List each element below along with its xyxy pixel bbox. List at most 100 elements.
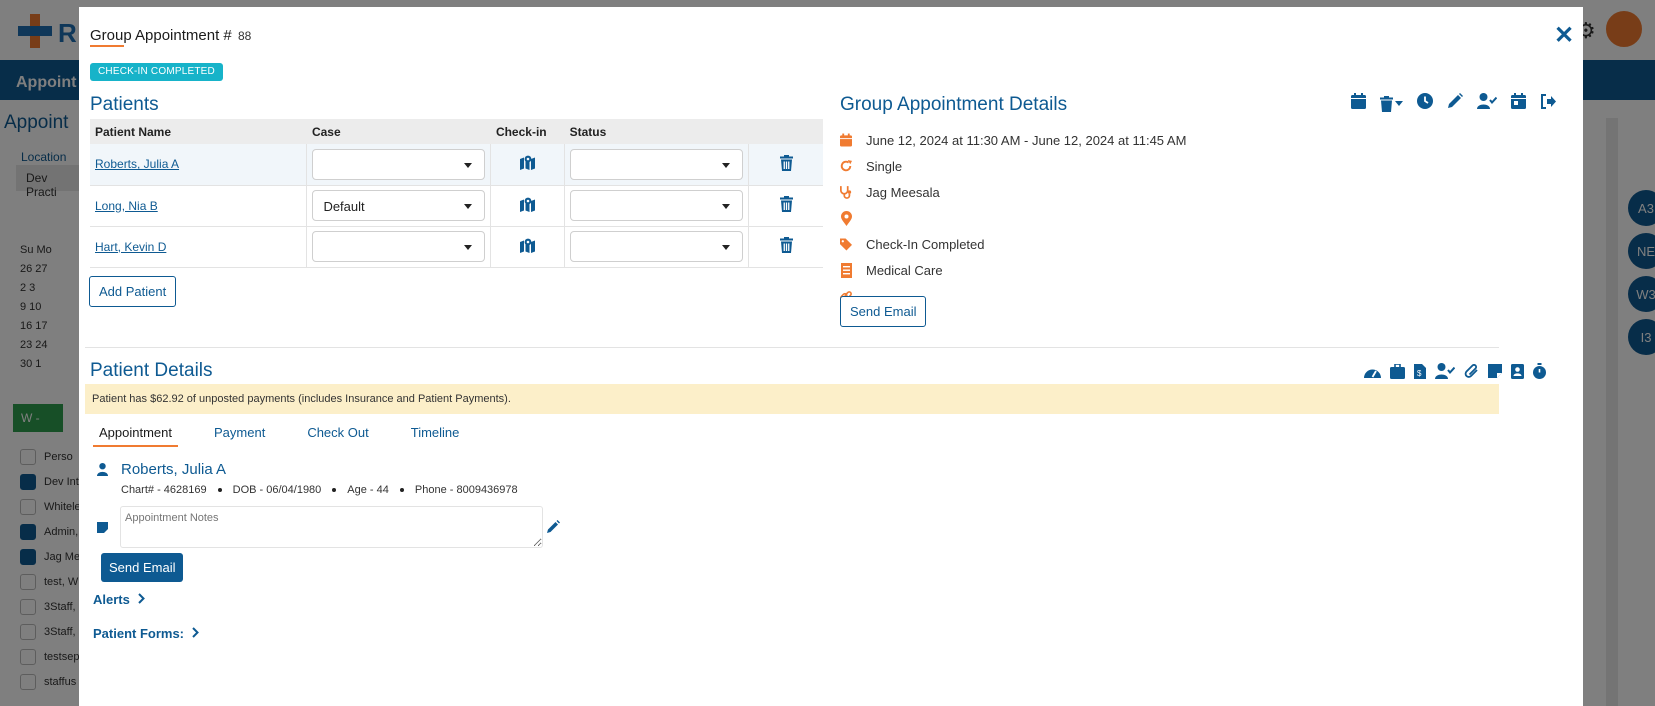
add-patient-button[interactable]: Add Patient xyxy=(89,276,177,307)
patient-name-link[interactable]: Hart, Kevin D xyxy=(95,240,166,254)
case-select[interactable]: Default xyxy=(312,190,486,221)
detail-datetime: June 12, 2024 at 11:30 AM - June 12, 202… xyxy=(840,127,1186,153)
patients-table: Patient Name Case Check-in Status Robert… xyxy=(90,119,823,268)
tab-timeline[interactable]: Timeline xyxy=(411,425,460,447)
calendar-event-icon[interactable] xyxy=(1511,93,1526,114)
pencil-icon[interactable] xyxy=(1447,93,1463,114)
map-location-icon[interactable] xyxy=(519,155,536,173)
trash-icon[interactable] xyxy=(779,196,793,215)
separator-dot xyxy=(217,488,222,492)
user-check-icon[interactable] xyxy=(1435,363,1456,384)
address-card-icon[interactable] xyxy=(1511,363,1524,384)
sticky-note-icon[interactable] xyxy=(1488,364,1502,383)
trash-dropdown-icon[interactable] xyxy=(1380,95,1403,112)
separator-dot xyxy=(332,488,337,492)
stethoscope-icon xyxy=(840,185,852,200)
column-header xyxy=(748,119,823,144)
detail-location xyxy=(840,205,1186,231)
stopwatch-icon[interactable] xyxy=(1533,363,1546,384)
detail-status: Check-In Completed xyxy=(840,231,1186,257)
detail-provider-text: Jag Meesala xyxy=(866,184,940,200)
appointment-notes-input[interactable] xyxy=(120,506,543,548)
checkin-status-badge: CHECK-IN COMPLETED xyxy=(90,63,223,81)
table-row[interactable]: Hart, Kevin D xyxy=(90,226,823,268)
title-underline xyxy=(90,45,124,47)
patients-title: Patients xyxy=(90,94,159,115)
group-appointment-modal: Group Appointment # 88 ✕ CHECK-IN COMPLE… xyxy=(79,7,1583,706)
table-row[interactable]: Long, Nia B Default xyxy=(90,185,823,227)
map-location-icon[interactable] xyxy=(519,197,536,215)
chart-number: Chart# - 4628169 xyxy=(121,484,207,496)
group-send-email-button[interactable]: Send Email xyxy=(840,296,927,327)
map-location-icon[interactable] xyxy=(519,238,536,256)
detail-provider: Jag Meesala xyxy=(840,179,1186,205)
note-icon xyxy=(97,520,108,538)
patient-details-toolbar: $ xyxy=(1364,362,1546,384)
alerts-toggle[interactable]: Alerts xyxy=(93,592,145,607)
detail-type: Medical Care xyxy=(840,257,1186,283)
column-header: Case xyxy=(306,119,491,144)
modal-title: Group Appointment # 88 xyxy=(90,27,251,44)
paperclip-icon[interactable] xyxy=(1464,363,1479,384)
tag-icon xyxy=(840,237,852,252)
group-details-list: June 12, 2024 at 11:30 AM - June 12, 202… xyxy=(840,127,1186,309)
chevron-down-icon xyxy=(464,245,473,250)
chevron-down-icon xyxy=(722,204,731,209)
column-header: Patient Name xyxy=(90,119,307,144)
svg-text:$: $ xyxy=(1417,369,1422,378)
chevron-down-icon xyxy=(722,162,731,168)
case-select-value: Default xyxy=(323,199,365,214)
receipt-icon xyxy=(840,262,852,278)
table-header-row: Patient Name Case Check-in Status xyxy=(90,119,823,144)
dashboard-gauge-icon[interactable] xyxy=(1364,365,1381,383)
status-select[interactable] xyxy=(570,148,744,180)
patient-phone: Phone - 8009436978 xyxy=(414,484,518,496)
patient-send-email-button[interactable]: Send Email xyxy=(101,553,184,582)
user-icon xyxy=(97,463,108,481)
tab-payment[interactable]: Payment xyxy=(214,425,265,447)
column-header: Check-in xyxy=(490,119,565,144)
detail-status-text: Check-In Completed xyxy=(866,236,985,252)
tab-appointment[interactable]: Appointment xyxy=(93,425,178,447)
clock-icon[interactable] xyxy=(1417,93,1433,114)
patient-name-link[interactable]: Roberts, Julia A xyxy=(95,157,179,171)
close-button[interactable]: ✕ xyxy=(1554,21,1574,50)
column-header: Status xyxy=(564,119,749,144)
invoice-dollar-icon[interactable]: $ xyxy=(1414,363,1426,384)
table-row[interactable]: Roberts, Julia A xyxy=(90,144,823,186)
briefcase-medical-icon[interactable] xyxy=(1390,362,1405,384)
chevron-down-icon xyxy=(722,245,731,250)
redo-icon xyxy=(840,159,852,173)
patient-name-link[interactable]: Long, Nia B xyxy=(95,199,158,213)
patient-details-title: Patient Details xyxy=(90,360,213,381)
alerts-label: Alerts xyxy=(93,592,130,607)
status-select[interactable] xyxy=(570,231,744,262)
group-details-toolbar xyxy=(1351,93,1556,114)
calendar-icon xyxy=(840,133,852,147)
group-details-title: Group Appointment Details xyxy=(840,94,1068,115)
section-divider xyxy=(85,347,1499,348)
trash-icon[interactable] xyxy=(779,154,793,174)
sign-out-icon[interactable] xyxy=(1540,93,1556,114)
tab-check-out[interactable]: Check Out xyxy=(307,425,368,447)
location-pin-icon xyxy=(840,210,852,226)
patient-meta: Chart# - 4628169 DOB - 06/04/1980 Age - … xyxy=(121,484,518,496)
modal-title-text: Group Appointment # xyxy=(90,27,232,44)
patient-dob: DOB - 06/04/1980 xyxy=(232,484,322,496)
appointment-number: 88 xyxy=(237,29,252,43)
case-select[interactable] xyxy=(312,231,486,262)
patient-forms-toggle[interactable]: Patient Forms: xyxy=(93,626,199,641)
detail-type-text: Medical Care xyxy=(866,262,943,278)
case-select[interactable] xyxy=(312,148,486,180)
user-check-icon[interactable] xyxy=(1477,93,1498,114)
patient-forms-label: Patient Forms: xyxy=(93,626,185,641)
pencil-icon[interactable] xyxy=(547,520,560,538)
patient-tabs: Appointment Payment Check Out Timeline xyxy=(93,425,501,447)
chevron-right-icon xyxy=(192,626,199,641)
unposted-payments-alert: Patient has $62.92 of unposted payments … xyxy=(85,384,1499,414)
trash-icon[interactable] xyxy=(779,237,793,256)
calendar-icon[interactable] xyxy=(1351,93,1366,114)
chevron-down-icon xyxy=(464,162,473,168)
status-select[interactable] xyxy=(570,190,744,221)
detail-recurrence-text: Single xyxy=(866,158,903,174)
